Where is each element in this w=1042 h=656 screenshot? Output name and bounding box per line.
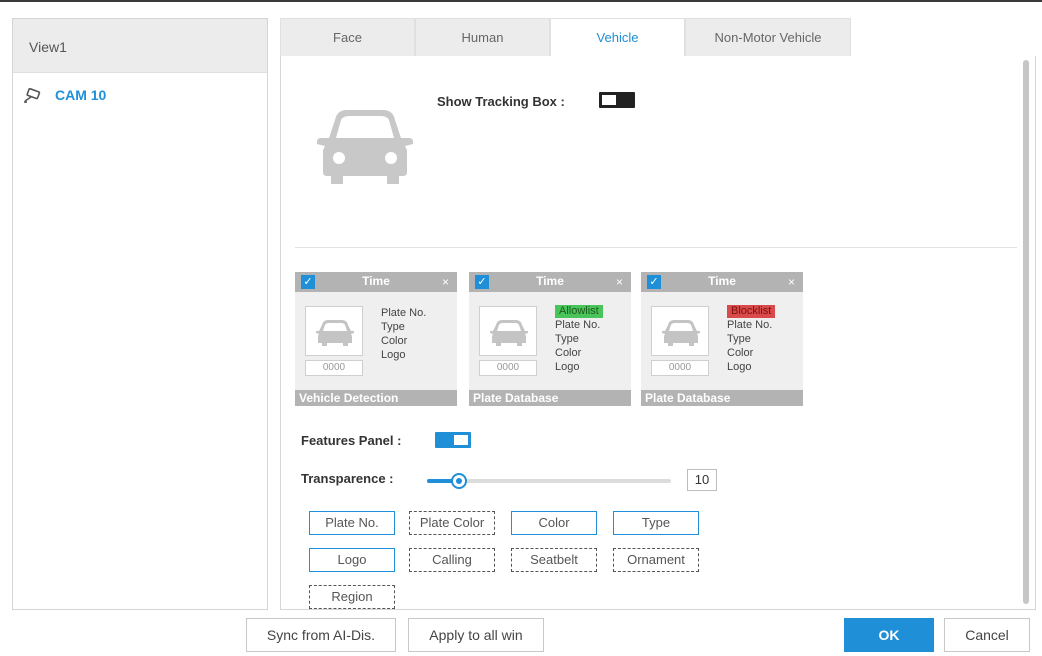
- preview-card-allowlist: ✓ Time × 0000 Allowlist Plate No. Type C…: [469, 272, 631, 406]
- card-fields: Blocklist Plate No. Type Color Logo: [727, 304, 776, 374]
- ok-button[interactable]: OK: [844, 618, 934, 652]
- close-icon: ×: [787, 275, 795, 289]
- field-color: Color: [381, 335, 408, 347]
- transparence-slider[interactable]: [427, 473, 671, 489]
- car-thumbnail: [651, 306, 709, 356]
- feature-ornament-button[interactable]: Ornament: [613, 548, 699, 572]
- preview-card-blocklist: ✓ Time × 0000 Blocklist Plate No. Type C…: [641, 272, 803, 406]
- plate-number: 0000: [305, 360, 363, 376]
- car-thumbnail: [305, 306, 363, 356]
- plate-number: 0000: [651, 360, 709, 376]
- field-logo: Logo: [727, 361, 752, 373]
- view-title: View1: [13, 19, 267, 73]
- apply-to-all-button[interactable]: Apply to all win: [408, 618, 544, 652]
- car-icon: [313, 106, 417, 191]
- feature-calling-button[interactable]: Calling: [409, 548, 495, 572]
- field-type: Type: [727, 333, 751, 345]
- blocklist-badge: Blocklist: [727, 305, 776, 318]
- card-time: Time: [362, 274, 390, 288]
- camera-icon: [23, 87, 45, 103]
- car-icon: [316, 320, 354, 346]
- features-panel-toggle[interactable]: [435, 432, 471, 448]
- card-footer: Plate Database: [641, 390, 803, 406]
- field-plate-no: Plate No.: [555, 319, 601, 331]
- feature-region-button[interactable]: Region: [309, 585, 395, 609]
- feature-type-button[interactable]: Type: [613, 511, 699, 535]
- field-logo: Logo: [555, 361, 580, 373]
- car-thumbnail: [479, 306, 537, 356]
- field-type: Type: [555, 333, 579, 345]
- transparence-label: Transparence :: [301, 471, 394, 486]
- card-time: Time: [536, 274, 564, 288]
- field-type: Type: [381, 321, 405, 333]
- tab-face[interactable]: Face: [280, 18, 415, 56]
- tab-non-motor-vehicle[interactable]: Non-Motor Vehicle: [685, 18, 851, 56]
- allowlist-badge: Allowlist: [555, 305, 603, 318]
- card-fields: Allowlist Plate No. Type Color Logo: [555, 304, 603, 374]
- car-icon: [662, 320, 700, 346]
- sync-from-ai-button[interactable]: Sync from AI-Dis.: [246, 618, 396, 652]
- feature-seatbelt-button[interactable]: Seatbelt: [511, 548, 597, 572]
- transparence-slider-handle[interactable]: [450, 473, 467, 489]
- car-icon: [490, 320, 528, 346]
- camera-name: CAM 10: [55, 87, 107, 103]
- field-color: Color: [555, 347, 582, 359]
- target-type-tabs: Face Human Vehicle Non-Motor Vehicle: [280, 18, 851, 56]
- show-tracking-box-toggle[interactable]: [599, 92, 635, 108]
- card-fields: Plate No. Type Color Logo: [381, 306, 426, 362]
- feature-color-button[interactable]: Color: [511, 511, 597, 535]
- close-icon: ×: [441, 275, 449, 289]
- feature-logo-button[interactable]: Logo: [309, 548, 395, 572]
- cancel-button[interactable]: Cancel: [944, 618, 1030, 652]
- close-icon: ×: [615, 275, 623, 289]
- tab-vehicle[interactable]: Vehicle: [550, 18, 685, 56]
- plate-number: 0000: [479, 360, 537, 376]
- camera-item[interactable]: CAM 10: [23, 87, 106, 103]
- preview-card-vehicle-detection: ✓ Time × 0000 Plate No. Type Color Logo …: [295, 272, 457, 406]
- feature-plate-color-button[interactable]: Plate Color: [409, 511, 495, 535]
- field-color: Color: [727, 347, 754, 359]
- smart-overlay-dialog: View1 CAM 10 Face Human Vehicle Non-Moto…: [0, 0, 1042, 656]
- features-panel-label: Features Panel :: [301, 433, 402, 448]
- field-plate-no: Plate No.: [727, 319, 773, 331]
- vehicle-settings-panel: Show Tracking Box : ✓ Time × 0000 Plate …: [280, 56, 1036, 610]
- transparence-value[interactable]: 10: [687, 469, 717, 491]
- card-time: Time: [708, 274, 736, 288]
- tab-human[interactable]: Human: [415, 18, 550, 56]
- field-plate-no: Plate No.: [381, 307, 427, 319]
- view-panel: View1 CAM 10: [12, 18, 268, 610]
- feature-plate-no-button[interactable]: Plate No.: [309, 511, 395, 535]
- show-tracking-box-label: Show Tracking Box :: [437, 94, 565, 109]
- card-footer: Plate Database: [469, 390, 631, 406]
- section-divider: [295, 247, 1017, 248]
- card-footer: Vehicle Detection: [295, 390, 457, 406]
- field-logo: Logo: [381, 349, 406, 361]
- scrollbar[interactable]: [1023, 60, 1029, 604]
